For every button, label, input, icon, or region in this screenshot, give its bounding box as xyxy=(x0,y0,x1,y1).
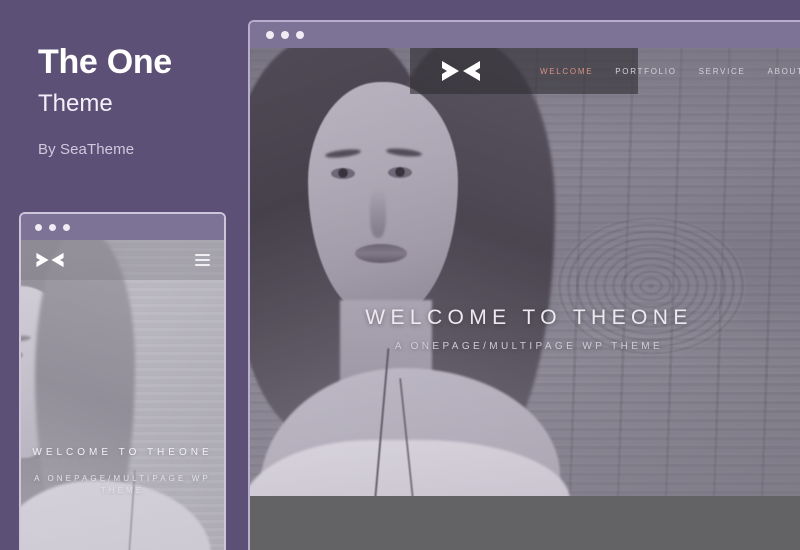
mobile-hero-caption: WELCOME TO THEONE A ONEPAGE/MULTIPAGE WP… xyxy=(21,446,224,497)
window-controls[interactable] xyxy=(266,31,304,39)
nav-links: WELCOME PORTFOLIO SERVICE ABOUT CONTACT … xyxy=(540,66,800,77)
hero-caption: WELCOME TO THEONE A ONEPAGE/MULTIPAGE WP… xyxy=(250,306,800,352)
mobile-viewport: WELCOME TO THEONE A ONEPAGE/MULTIPAGE WP… xyxy=(21,240,224,550)
mobile-hero-title: WELCOME TO THEONE xyxy=(32,447,213,458)
nav-item-about[interactable]: ABOUT xyxy=(768,67,800,76)
author-byline: By SeaTheme xyxy=(38,141,135,159)
mobile-site-navigation xyxy=(21,240,224,280)
mobile-window-dot-close[interactable] xyxy=(35,223,42,231)
mobile-window-dot-minimize[interactable] xyxy=(49,223,56,231)
nav-item-service[interactable]: SERVICE xyxy=(699,67,746,76)
hamburger-bar-3 xyxy=(195,264,210,266)
hero-title: WELCOME TO THEONE xyxy=(365,306,693,329)
mobile-window-controls[interactable] xyxy=(35,223,70,231)
desktop-preview-window: WELCOME PORTFOLIO SERVICE ABOUT CONTACT … xyxy=(248,20,800,550)
hero-subtitle: A ONEPAGE/MULTIPAGE WP THEME xyxy=(394,341,664,352)
theone-bowtie-logo-icon[interactable] xyxy=(440,59,482,83)
page-subtitle: Theme xyxy=(38,90,113,118)
window-dot-maximize[interactable] xyxy=(296,31,304,39)
hamburger-menu-icon[interactable] xyxy=(195,254,210,266)
desktop-viewport: WELCOME PORTFOLIO SERVICE ABOUT CONTACT … xyxy=(250,48,800,550)
mobile-window-dot-maximize[interactable] xyxy=(63,223,70,231)
hero-section xyxy=(250,48,800,496)
mobile-preview-window: WELCOME TO THEONE A ONEPAGE/MULTIPAGE WP… xyxy=(19,212,226,550)
page-title: The One xyxy=(38,43,172,81)
mobile-theone-bowtie-logo-icon[interactable] xyxy=(35,251,65,269)
nav-item-welcome[interactable]: WELCOME xyxy=(540,67,593,76)
site-navigation: WELCOME PORTFOLIO SERVICE ABOUT CONTACT … xyxy=(250,48,800,94)
window-dot-close[interactable] xyxy=(266,31,274,39)
hamburger-bar-1 xyxy=(195,254,210,256)
mobile-hero-section xyxy=(21,240,224,550)
mobile-hero-subtitle: A ONEPAGE/MULTIPAGE WP THEME xyxy=(34,473,211,495)
nav-item-portfolio[interactable]: PORTFOLIO xyxy=(615,67,676,76)
mobile-window-titlebar xyxy=(21,214,224,240)
mobile-hero-haze-overlay xyxy=(21,240,224,550)
desktop-window-titlebar xyxy=(250,22,800,48)
hamburger-bar-2 xyxy=(195,259,210,261)
window-dot-minimize[interactable] xyxy=(281,31,289,39)
hero-color-tint-overlay xyxy=(250,48,800,496)
